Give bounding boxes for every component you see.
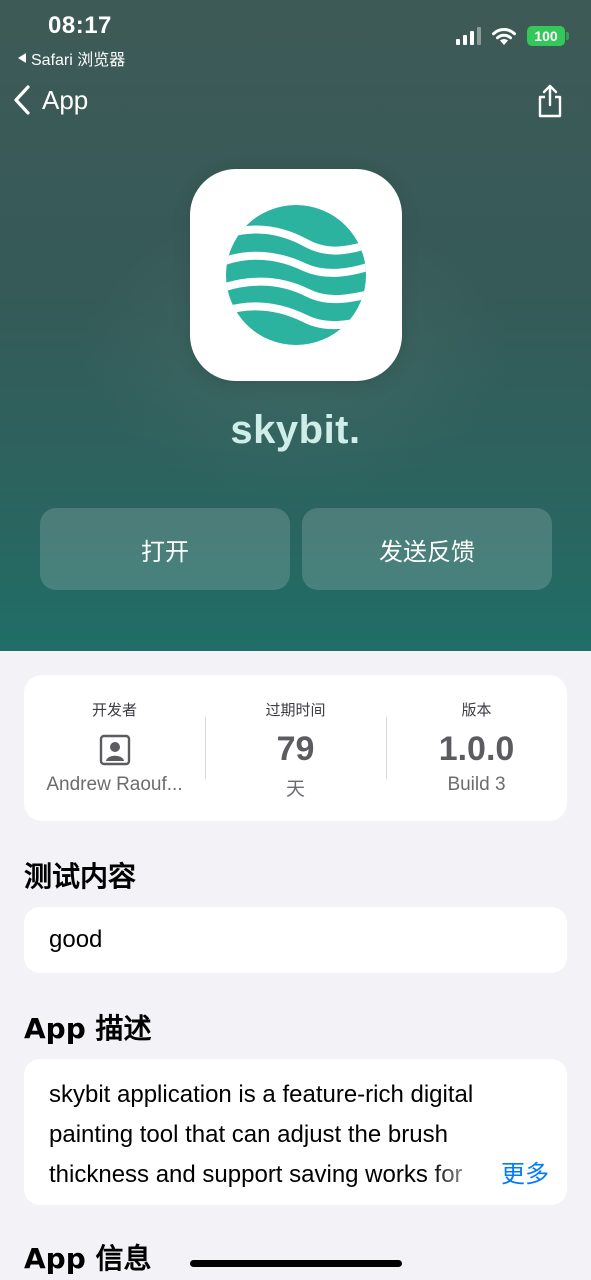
back-button-label: App bbox=[42, 84, 89, 115]
app-icon bbox=[190, 169, 402, 381]
back-to-safari-label: Safari 浏览器 bbox=[31, 52, 126, 69]
app-info-summary: 开发者 Andrew Raouf... 过期时间 79 天 版本 1.0.0 B… bbox=[24, 675, 567, 821]
developer-label: 开发者 bbox=[91, 701, 137, 719]
home-indicator[interactable] bbox=[190, 1260, 402, 1267]
app-description-card: skybit application is a feature-rich dig… bbox=[24, 1059, 567, 1205]
expiry-unit: 天 bbox=[285, 779, 305, 800]
more-button-label: 更多 bbox=[501, 1159, 549, 1188]
test-content-title: 测试内容 bbox=[24, 860, 137, 893]
status-indicators: 100 bbox=[456, 26, 569, 46]
open-button[interactable]: 打开 bbox=[40, 508, 290, 590]
battery-indicator: 100 bbox=[527, 26, 569, 46]
expiry-column: 过期时间 79 天 bbox=[205, 675, 386, 821]
share-icon bbox=[538, 84, 562, 118]
expiry-label: 过期时间 bbox=[265, 701, 326, 719]
send-feedback-button[interactable]: 发送反馈 bbox=[302, 508, 552, 590]
more-button[interactable]: 更多 bbox=[431, 1151, 549, 1191]
expiry-days: 79 bbox=[276, 730, 315, 768]
version-number: 1.0.0 bbox=[438, 730, 515, 768]
app-name: skybit. bbox=[230, 408, 361, 452]
version-column: 版本 1.0.0 Build 3 bbox=[386, 675, 567, 821]
app-info-title: App 信息 bbox=[24, 1242, 152, 1275]
developer-column[interactable]: 开发者 Andrew Raouf... bbox=[24, 675, 205, 821]
build-number: Build 3 bbox=[447, 774, 506, 795]
test-content-card: good bbox=[24, 907, 567, 973]
app-header: 08:17 Safari 浏览器 100 App skybit. 打开 发送反馈 bbox=[0, 0, 591, 651]
test-content-text: good bbox=[49, 926, 103, 953]
cellular-signal-icon bbox=[456, 27, 481, 45]
developer-name: Andrew Raouf... bbox=[46, 774, 183, 795]
back-to-safari[interactable]: Safari 浏览器 bbox=[18, 46, 125, 70]
wifi-icon bbox=[492, 28, 516, 45]
share-button[interactable] bbox=[537, 84, 563, 123]
back-button[interactable]: App bbox=[12, 84, 88, 116]
skybit-logo-icon bbox=[226, 205, 366, 345]
status-time: 08:17 bbox=[48, 12, 112, 39]
chevron-left-icon bbox=[14, 85, 30, 115]
back-triangle-icon bbox=[18, 53, 26, 63]
person-icon bbox=[99, 730, 131, 770]
version-label: 版本 bbox=[461, 701, 492, 719]
app-description-title: App 描述 bbox=[24, 1012, 152, 1045]
